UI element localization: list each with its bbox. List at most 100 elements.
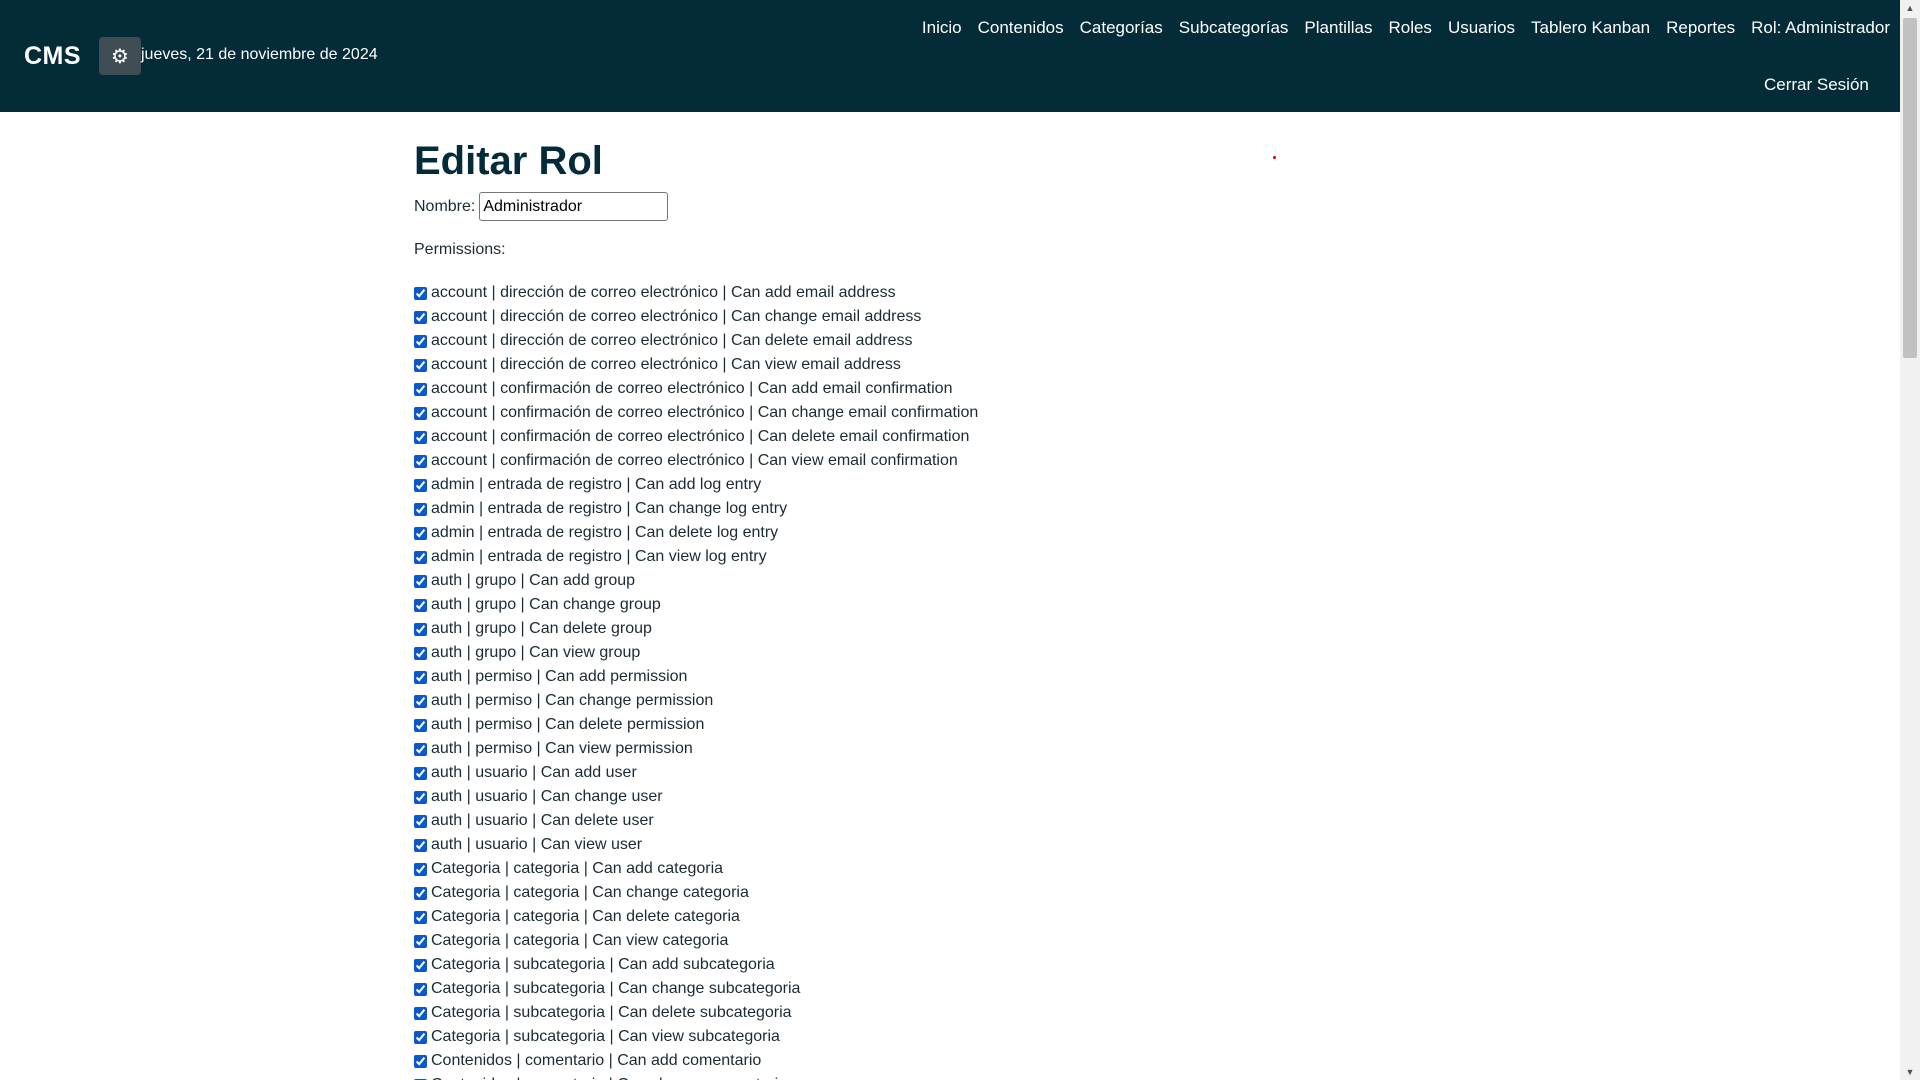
permission-checkbox[interactable] <box>414 358 427 372</box>
permission-checkbox[interactable] <box>414 694 427 708</box>
name-label: Nombre: <box>414 197 476 215</box>
permission-item: account | dirección de correo electrónic… <box>414 305 1514 329</box>
scroll-up-arrow-icon[interactable]: ▲ <box>1900 0 1920 16</box>
permission-checkbox[interactable] <box>414 958 427 972</box>
nav-usuarios[interactable]: Usuarios <box>1440 18 1523 38</box>
permission-item: Categoria | categoria | Can delete categ… <box>414 905 1514 929</box>
permission-item: auth | permiso | Can add permission <box>414 665 1514 689</box>
vertical-scrollbar[interactable]: ▲ ▼ <box>1900 0 1920 1080</box>
permission-checkbox[interactable] <box>414 454 427 468</box>
permission-item: auth | usuario | Can add user <box>414 761 1514 785</box>
permission-label: Contenidos | comentario | Can add coment… <box>431 1052 762 1069</box>
scroll-down-arrow-icon[interactable]: ▼ <box>1900 1064 1920 1080</box>
permission-item: auth | usuario | Can change user <box>414 785 1514 809</box>
permission-checkbox[interactable] <box>414 334 427 348</box>
permission-label: admin | entrada de registro | Can change… <box>431 500 788 517</box>
permission-item: account | dirección de correo electrónic… <box>414 329 1514 353</box>
permission-checkbox[interactable] <box>414 910 427 924</box>
permission-label: Categoria | categoria | Can change categ… <box>431 884 749 901</box>
permission-label: auth | usuario | Can change user <box>431 788 663 805</box>
permission-checkbox[interactable] <box>414 814 427 828</box>
permission-label: admin | entrada de registro | Can delete… <box>431 524 779 541</box>
permission-item: Categoria | categoria | Can view categor… <box>414 929 1514 953</box>
scroll-thumb[interactable] <box>1903 18 1917 358</box>
permission-checkbox[interactable] <box>414 430 427 444</box>
permission-checkbox[interactable] <box>414 526 427 540</box>
settings-button[interactable]: ⚙ <box>99 37 141 75</box>
permission-label: auth | grupo | Can change group <box>431 596 661 613</box>
permission-item: admin | entrada de registro | Can change… <box>414 497 1514 521</box>
permission-label: account | confirmación de correo electró… <box>431 428 970 445</box>
permission-label: auth | grupo | Can delete group <box>431 620 652 637</box>
nav-rol-administrador[interactable]: Rol: Administrador <box>1743 18 1898 38</box>
permission-item: account | confirmación de correo electró… <box>414 377 1514 401</box>
brand-logo[interactable]: CMS <box>24 42 81 71</box>
permission-label: Categoria | subcategoria | Can view subc… <box>431 1028 780 1045</box>
permission-checkbox[interactable] <box>414 934 427 948</box>
nav-categorias[interactable]: Categorías <box>1072 18 1171 38</box>
permission-item: Categoria | subcategoria | Can change su… <box>414 977 1514 1001</box>
edit-role-form: Editar Rol Nombre: Permissions: account … <box>414 136 1514 1080</box>
nav-roles[interactable]: Roles <box>1380 18 1439 38</box>
permission-item: auth | grupo | Can add group <box>414 569 1514 593</box>
permission-label: account | confirmación de correo electró… <box>431 452 958 469</box>
permission-checkbox[interactable] <box>414 406 427 420</box>
name-input[interactable] <box>479 192 669 221</box>
permission-label: account | dirección de correo electrónic… <box>431 332 913 349</box>
permission-checkbox[interactable] <box>414 982 427 996</box>
permission-checkbox[interactable] <box>414 886 427 900</box>
permission-checkbox[interactable] <box>414 550 427 564</box>
permission-label: account | confirmación de correo electró… <box>431 404 979 421</box>
permission-checkbox[interactable] <box>414 478 427 492</box>
permission-item: Categoria | categoria | Can change categ… <box>414 881 1514 905</box>
permission-item: account | confirmación de correo electró… <box>414 401 1514 425</box>
permission-checkbox[interactable] <box>414 574 427 588</box>
permission-checkbox[interactable] <box>414 646 427 660</box>
permission-item: admin | entrada de registro | Can add lo… <box>414 473 1514 497</box>
permission-checkbox[interactable] <box>414 1054 427 1068</box>
permission-checkbox[interactable] <box>414 838 427 852</box>
permission-checkbox[interactable] <box>414 790 427 804</box>
permission-label: Categoria | subcategoria | Can delete su… <box>431 1004 792 1021</box>
permission-label: account | dirección de correo electrónic… <box>431 356 901 373</box>
nav-tablero-kanban[interactable]: Tablero Kanban <box>1523 18 1658 38</box>
permission-checkbox[interactable] <box>414 382 427 396</box>
permission-checkbox[interactable] <box>414 622 427 636</box>
permission-label: Categoria | categoria | Can view categor… <box>431 932 729 949</box>
permission-checkbox[interactable] <box>414 502 427 516</box>
permission-checkbox[interactable] <box>414 286 427 300</box>
gear-icon: ⚙ <box>111 45 129 68</box>
permission-label: account | dirección de correo electrónic… <box>431 308 922 325</box>
permission-checkbox[interactable] <box>414 862 427 876</box>
nav-subcategorias[interactable]: Subcategorías <box>1171 18 1297 38</box>
permission-item: Contenidos | comentario | Can add coment… <box>414 1049 1514 1073</box>
nav-reportes[interactable]: Reportes <box>1658 18 1743 38</box>
permission-label: auth | grupo | Can view group <box>431 644 641 661</box>
permission-item: admin | entrada de registro | Can view l… <box>414 545 1514 569</box>
permission-item: auth | permiso | Can delete permission <box>414 713 1514 737</box>
nav-plantillas[interactable]: Plantillas <box>1296 18 1380 38</box>
permission-checkbox[interactable] <box>414 310 427 324</box>
permission-item: auth | usuario | Can delete user <box>414 809 1514 833</box>
permission-checkbox[interactable] <box>414 766 427 780</box>
permission-checkbox[interactable] <box>414 718 427 732</box>
permission-checkbox[interactable] <box>414 670 427 684</box>
permission-label: auth | grupo | Can add group <box>431 572 636 589</box>
permission-label: account | confirmación de correo electró… <box>431 380 953 397</box>
permission-item: admin | entrada de registro | Can delete… <box>414 521 1514 545</box>
permission-checkbox[interactable] <box>414 1030 427 1044</box>
permission-item: auth | permiso | Can change permission <box>414 689 1514 713</box>
permission-item: auth | permiso | Can view permission <box>414 737 1514 761</box>
permission-checkbox[interactable] <box>414 742 427 756</box>
top-navbar: CMS ⚙ jueves, 21 de noviembre de 2024 In… <box>0 0 1900 112</box>
current-date: jueves, 21 de noviembre de 2024 <box>141 46 378 63</box>
permission-label: auth | usuario | Can view user <box>431 836 643 853</box>
permission-checkbox[interactable] <box>414 598 427 612</box>
permission-item: account | confirmación de correo electró… <box>414 449 1514 473</box>
permission-item: Categoria | categoria | Can add categori… <box>414 857 1514 881</box>
logout-link[interactable]: Cerrar Sesión <box>1764 75 1869 95</box>
permission-checkbox[interactable] <box>414 1006 427 1020</box>
nav-inicio[interactable]: Inicio <box>914 18 970 38</box>
permission-label: Contenidos | comentario | Can change com… <box>431 1076 787 1080</box>
nav-contenidos[interactable]: Contenidos <box>970 18 1072 38</box>
